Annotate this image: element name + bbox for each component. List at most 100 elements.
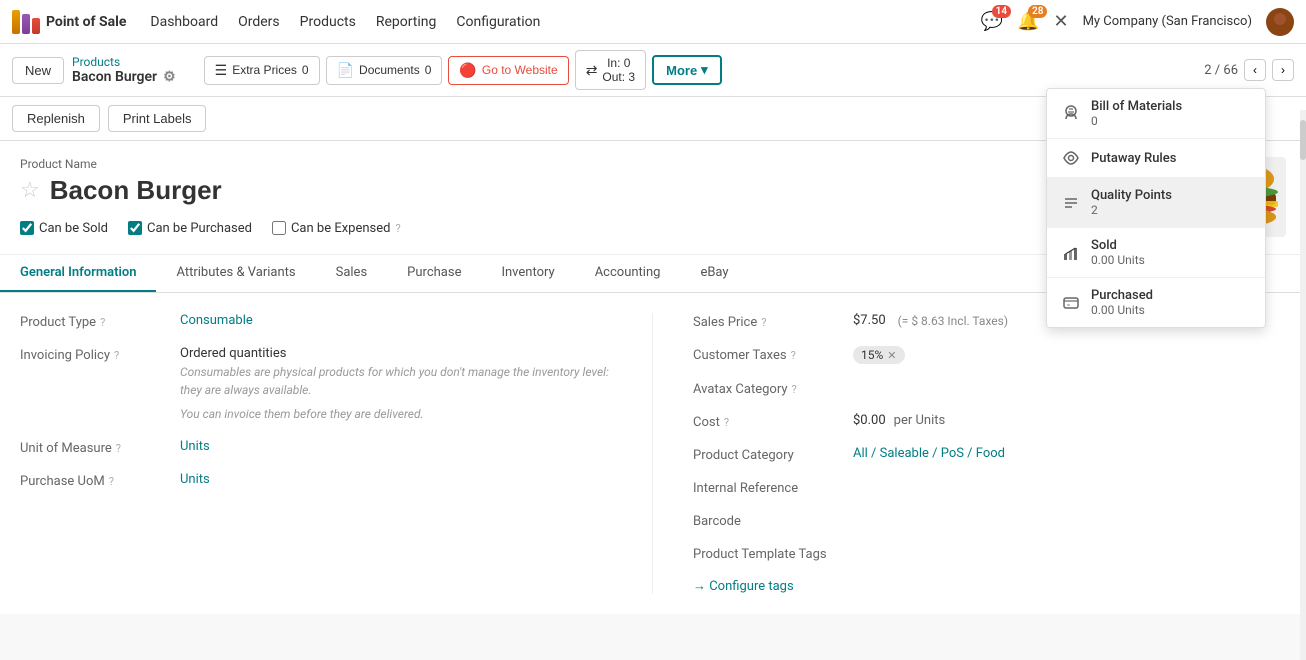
purchase-uom-help[interactable]: ?: [109, 475, 114, 488]
in-out-button[interactable]: ⇄ In: 0Out: 3: [575, 50, 646, 90]
dropdown-sold[interactable]: Sold 0.00 Units: [1047, 228, 1265, 278]
product-type-value[interactable]: Consumable: [180, 313, 612, 328]
nav-orders[interactable]: Orders: [238, 14, 280, 30]
tab-attributes-variants[interactable]: Attributes & Variants: [156, 255, 315, 292]
dropdown-quality-text: Quality Points 2: [1091, 188, 1172, 217]
can-be-expensed-checkbox[interactable]: Can be Expensed ?: [272, 221, 401, 236]
invoicing-policy-label: Invoicing Policy ?: [20, 346, 180, 363]
tab-sales[interactable]: Sales: [316, 255, 388, 292]
product-category-value[interactable]: All / Saleable / PoS / Food: [853, 446, 1286, 461]
activity-button[interactable]: 🔔 28: [1017, 11, 1039, 32]
settings-button[interactable]: ✕: [1053, 11, 1068, 32]
app-logo[interactable]: Point of Sale: [12, 10, 126, 34]
dropdown-bom[interactable]: Bill of Materials 0: [1047, 89, 1265, 139]
tab-general-information[interactable]: General Information: [0, 255, 156, 292]
tax-tag-remove[interactable]: ✕: [887, 349, 896, 362]
chevron-down-icon: ▾: [701, 62, 708, 78]
tab-ebay[interactable]: eBay: [680, 255, 748, 292]
sales-price-label: Sales Price ?: [693, 313, 853, 330]
action-bar: New Products Bacon Burger ⚙ ☰ Extra Pric…: [0, 44, 1306, 97]
product-category-row: Product Category All / Saleable / PoS / …: [693, 446, 1286, 463]
dropdown-putaway-text: Putaway Rules: [1091, 151, 1176, 166]
cost-help[interactable]: ?: [724, 416, 729, 429]
print-labels-button[interactable]: Print Labels: [108, 105, 207, 132]
sales-price-help[interactable]: ?: [761, 316, 766, 329]
internal-ref-row: Internal Reference: [693, 479, 1286, 496]
tab-inventory[interactable]: Inventory: [481, 255, 574, 292]
configure-tags-link[interactable]: → Configure tags: [693, 578, 1286, 594]
dropdown-sold-text: Sold 0.00 Units: [1091, 238, 1145, 267]
unit-of-measure-help[interactable]: ?: [116, 442, 121, 455]
dropdown-purchased[interactable]: Purchased 0.00 Units: [1047, 278, 1265, 327]
invoicing-policy-help[interactable]: ?: [114, 349, 119, 362]
sales-price-amount[interactable]: $7.50: [853, 313, 886, 328]
nav-dashboard[interactable]: Dashboard: [150, 14, 218, 30]
scrollbar[interactable]: [1300, 110, 1306, 660]
nav-reporting[interactable]: Reporting: [376, 14, 437, 30]
nav-products[interactable]: Products: [300, 14, 356, 30]
tab-purchase[interactable]: Purchase: [387, 255, 481, 292]
more-button[interactable]: More ▾: [652, 55, 722, 85]
activity-badge: 28: [1028, 5, 1047, 18]
documents-label: Documents: [359, 63, 420, 77]
new-button[interactable]: New: [12, 57, 64, 84]
extra-prices-count: 0: [302, 63, 309, 77]
barcode-label: Barcode: [693, 512, 853, 529]
avatax-row: Avatax Category ?: [693, 380, 1286, 397]
avatax-help[interactable]: ?: [792, 383, 797, 396]
can-be-sold-checkbox[interactable]: Can be Sold: [20, 221, 108, 236]
documents-count: 0: [425, 63, 432, 77]
customer-taxes-value: 15% ✕: [853, 346, 1286, 364]
dropdown-putaway[interactable]: Putaway Rules: [1047, 139, 1265, 178]
product-category-label: Product Category: [693, 446, 853, 463]
extra-prices-label: Extra Prices: [232, 63, 297, 77]
bom-label: Bill of Materials: [1091, 99, 1182, 114]
quality-label: Quality Points: [1091, 188, 1172, 203]
more-label: More: [666, 63, 697, 78]
dropdown-quality[interactable]: Quality Points 2: [1047, 178, 1265, 228]
website-icon: 🔴: [459, 62, 476, 79]
avatar[interactable]: [1266, 8, 1294, 36]
invoicing-policy-text[interactable]: Ordered quantities: [180, 346, 612, 361]
nav-right: 💬 14 🔔 28 ✕ My Company (San Francisco): [981, 8, 1294, 36]
invoicing-policy-hint1: Consumables are physical products for wh…: [180, 363, 612, 399]
unit-of-measure-value[interactable]: Units: [180, 439, 612, 454]
customer-taxes-label: Customer Taxes ?: [693, 346, 853, 363]
can-be-purchased-checkbox[interactable]: Can be Purchased: [128, 221, 252, 236]
can-be-sold-label: Can be Sold: [39, 221, 108, 236]
nav-configuration[interactable]: Configuration: [456, 14, 540, 30]
extra-prices-button[interactable]: ☰ Extra Prices 0: [204, 56, 320, 85]
prev-button[interactable]: ‹: [1244, 59, 1266, 81]
breadcrumb: Products Bacon Burger ⚙: [72, 55, 176, 85]
settings-icon[interactable]: ⚙: [163, 69, 176, 85]
invoicing-policy-value: Ordered quantities Consumables are physi…: [180, 346, 612, 423]
product-type-row: Product Type ? Consumable: [20, 313, 612, 330]
product-name-row: ☆: [20, 175, 1166, 206]
next-button[interactable]: ›: [1272, 59, 1294, 81]
product-type-help[interactable]: ?: [100, 316, 105, 329]
unit-of-measure-label: Unit of Measure ?: [20, 439, 180, 456]
replenish-button[interactable]: Replenish: [12, 105, 100, 132]
go-to-website-button[interactable]: 🔴 Go to Website: [448, 56, 568, 85]
form-right-col: Sales Price ? $7.50 (= $ 8.63 Incl. Taxe…: [653, 313, 1286, 594]
logo-icon: [12, 10, 40, 34]
messages-button[interactable]: 💬 14: [981, 11, 1003, 32]
transfer-icon: ⇄: [586, 62, 598, 79]
putaway-icon: [1061, 149, 1081, 167]
product-name-input[interactable]: [50, 175, 1166, 206]
can-be-expensed-label: Can be Expensed: [291, 221, 391, 236]
tab-accounting[interactable]: Accounting: [575, 255, 681, 292]
price-incl-taxes: (= $ 8.63 Incl. Taxes): [898, 314, 1008, 328]
list-icon: ☰: [215, 62, 228, 79]
customer-taxes-help[interactable]: ?: [791, 349, 796, 362]
cost-label: Cost ?: [693, 413, 853, 430]
purchase-uom-value[interactable]: Units: [180, 472, 612, 487]
documents-button[interactable]: 📄 Documents 0: [326, 56, 443, 85]
breadcrumb-parent[interactable]: Products: [72, 55, 176, 69]
pagination-text: 2 / 66: [1204, 63, 1238, 78]
cost-amount[interactable]: $0.00: [853, 413, 886, 428]
favorite-icon[interactable]: ☆: [20, 178, 40, 203]
in-out-label: In: 0Out: 3: [602, 56, 635, 84]
doc-icon: 📄: [337, 62, 354, 79]
avatax-label: Avatax Category ?: [693, 380, 853, 397]
